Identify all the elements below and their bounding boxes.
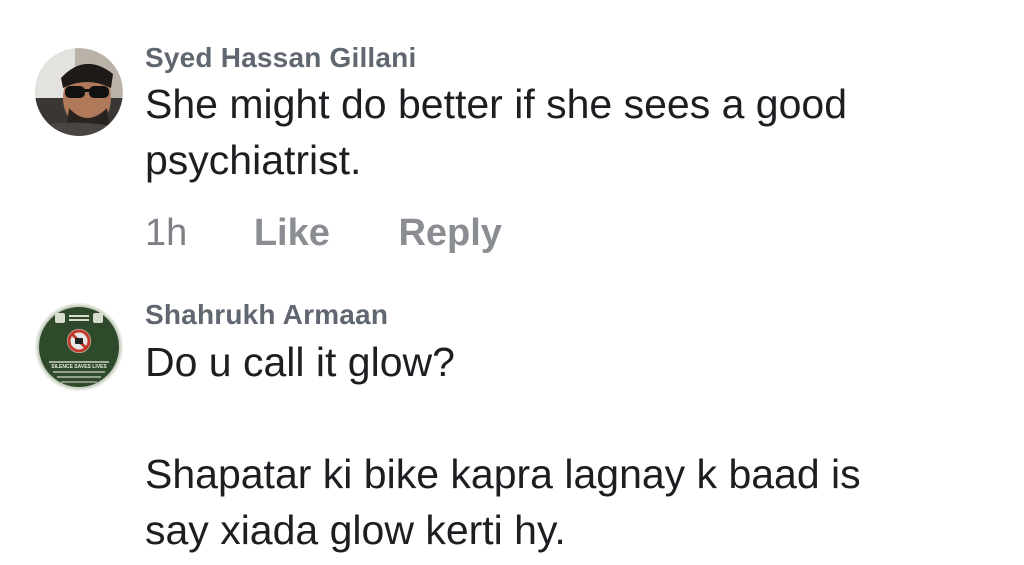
comment-actions: 1h Like Reply — [145, 212, 502, 255]
avatar[interactable]: SILENCE SAVES LIVES — [35, 303, 123, 391]
avatar[interactable] — [35, 48, 123, 136]
comment-author[interactable]: Syed Hassan Gillani — [145, 42, 416, 74]
comment-time: 1h — [145, 212, 188, 254]
badge-avatar-icon: SILENCE SAVES LIVES — [35, 303, 123, 391]
comment-text: She might do better if she sees a good p… — [145, 81, 848, 183]
comment: Syed Hassan Gillani She might do better … — [0, 0, 1024, 270]
like-button[interactable]: Like — [254, 212, 330, 255]
comment-text: Do u call it glow? Shapatar ki bike kapr… — [145, 339, 861, 553]
comment-author[interactable]: Shahrukh Armaan — [145, 299, 388, 331]
avatar-caption: SILENCE SAVES LIVES — [51, 364, 107, 370]
profile-photo-icon — [35, 48, 123, 136]
reply-button[interactable]: Reply — [398, 212, 501, 255]
comment: SILENCE SAVES LIVES Shahrukh Armaan Do u… — [0, 270, 1024, 565]
comment-thread: Syed Hassan Gillani She might do better … — [0, 0, 1024, 565]
